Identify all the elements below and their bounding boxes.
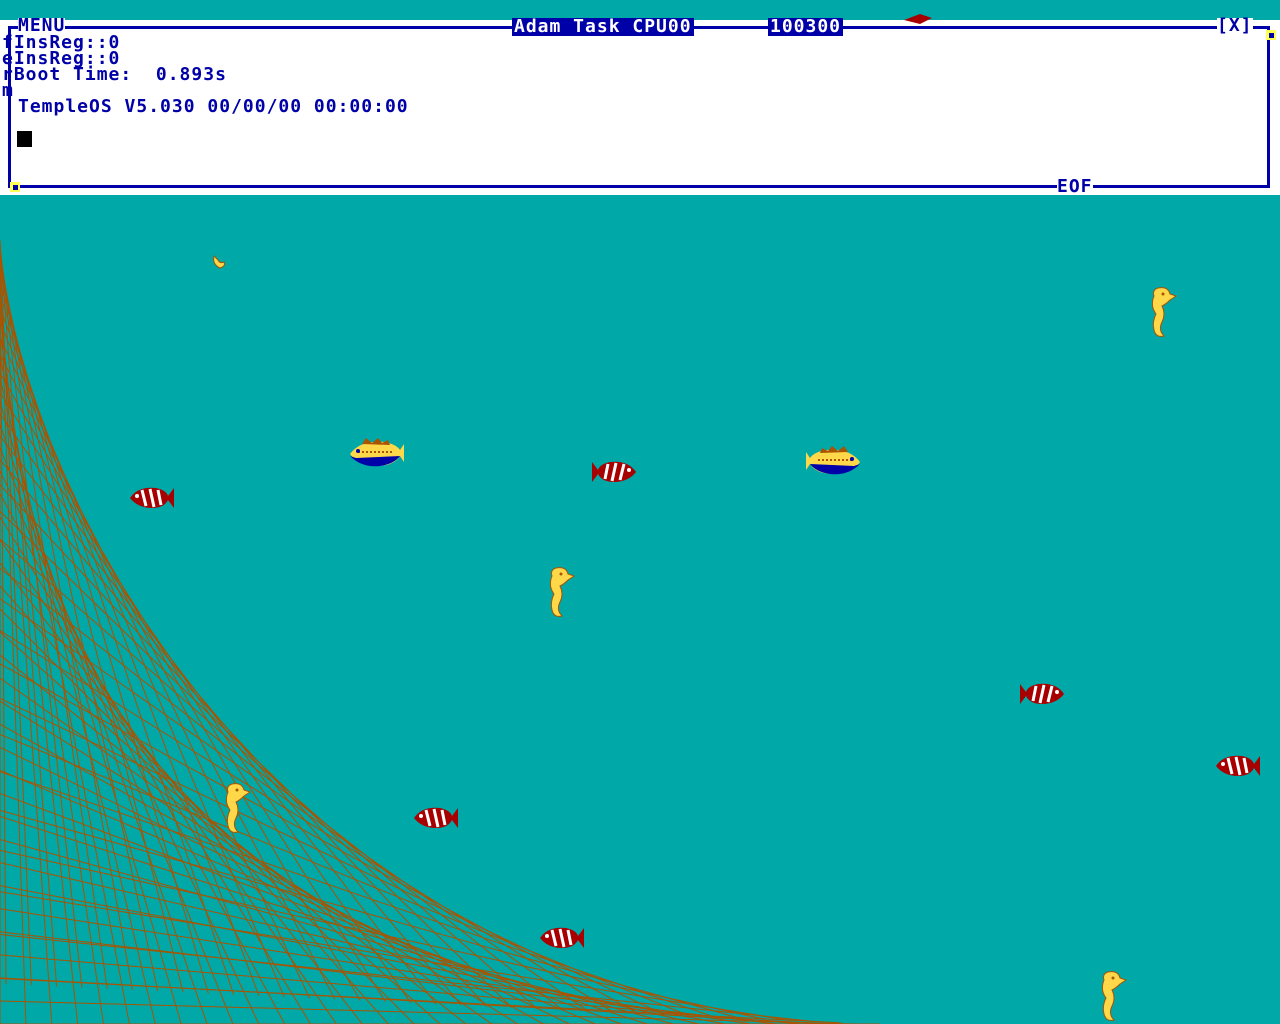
red-fish-6 <box>540 927 584 948</box>
console-line-3: rBoot Time: 0.893s <box>2 64 227 85</box>
fishing-net <box>0 239 880 1024</box>
close-button[interactable]: [X] <box>1217 17 1253 35</box>
seahorse-1 <box>1151 287 1178 337</box>
text-cursor <box>17 131 32 147</box>
red-fish-2 <box>592 461 636 482</box>
red-fish-7 <box>904 14 932 24</box>
shrimp <box>213 255 225 269</box>
blue-fish-1 <box>350 438 404 467</box>
red-fish-5 <box>414 807 458 828</box>
seahorse-4 <box>1101 971 1128 1021</box>
seahorse-3 <box>225 783 252 833</box>
aquarium-scene <box>0 239 1260 1024</box>
seahorse-2 <box>549 567 576 617</box>
red-fish-4 <box>1216 755 1260 776</box>
blue-fish-2 <box>806 446 860 475</box>
version-line: TempleOS V5.030 00/00/00 00:00:00 <box>18 96 409 117</box>
window-clock: 100300 <box>768 16 844 37</box>
red-fish-3 <box>1020 683 1064 704</box>
red-fish-1 <box>130 487 174 508</box>
window-title[interactable]: Adam Task CPU00 <box>512 18 694 36</box>
resize-handle-bottom-left[interactable] <box>10 182 20 192</box>
resize-handle-top-right[interactable] <box>1266 30 1276 40</box>
eof-marker: EOF <box>1057 176 1093 197</box>
console-line-4: m <box>2 80 14 101</box>
